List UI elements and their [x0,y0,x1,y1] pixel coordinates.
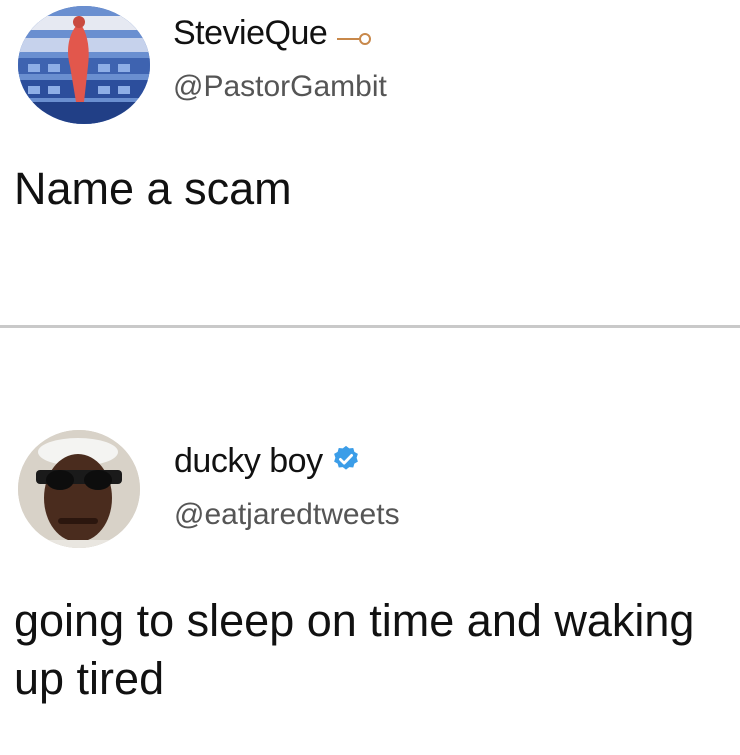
avatar[interactable] [18,430,140,548]
pin-icon [335,16,373,55]
user-handle[interactable]: @PastorGambit [173,70,387,104]
tweet-1: StevieQue @PastorGambit Name a scam [0,0,740,326]
avatar-person-image [18,430,140,548]
avatar[interactable] [18,6,150,124]
display-name[interactable]: StevieQue [173,14,373,55]
verified-badge-icon [331,444,361,483]
tweet-2: ducky boy @eatjaredtweets going to sleep… [0,330,740,755]
avatar-stadium-image [18,6,150,124]
display-name[interactable]: ducky boy [174,442,361,483]
user-handle[interactable]: @eatjaredtweets [174,498,400,532]
divider [0,325,740,328]
tweet-text: Name a scam [14,163,292,214]
tweet-text: going to sleep on time and waking up tir… [14,595,695,704]
